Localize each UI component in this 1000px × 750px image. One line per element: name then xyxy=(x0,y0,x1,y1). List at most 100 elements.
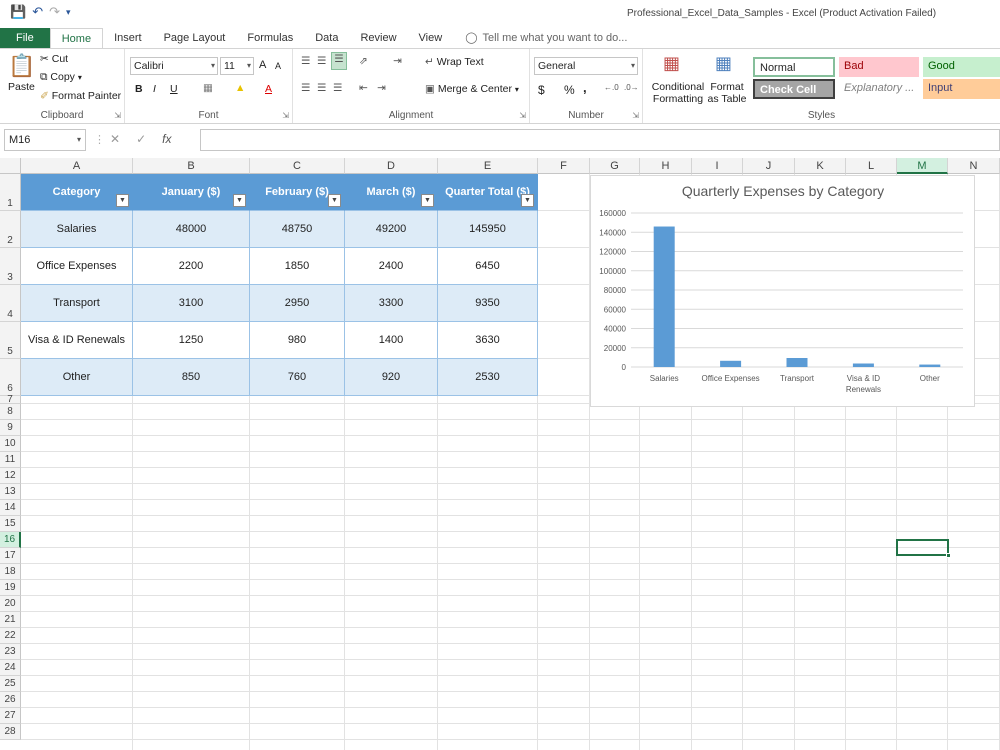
align-middle-icon[interactable]: ☰ xyxy=(317,55,326,67)
table-cell[interactable]: 3100 xyxy=(133,285,250,322)
column-header-c[interactable]: C xyxy=(250,158,345,174)
style-explanatory[interactable]: Explanatory ... xyxy=(839,79,919,99)
tab-file[interactable]: File xyxy=(0,28,50,48)
cut-button[interactable]: ✂ Cut xyxy=(40,53,68,65)
column-header-f[interactable]: F xyxy=(538,158,590,174)
column-header-l[interactable]: L xyxy=(846,158,897,174)
row-header-4[interactable]: 4 xyxy=(0,285,21,322)
style-normal[interactable]: Normal xyxy=(753,57,835,77)
table-cell[interactable]: Office Expenses xyxy=(21,248,133,285)
table-cell[interactable]: Salaries xyxy=(21,211,133,248)
tab-formulas[interactable]: Formulas xyxy=(236,28,304,48)
paste-icon[interactable]: 📋 xyxy=(8,53,35,79)
filter-dropdown-icon[interactable]: ▼ xyxy=(421,194,434,207)
align-center-icon[interactable]: ☰ xyxy=(317,82,326,94)
copy-button[interactable]: ⧉ Copy ▾ xyxy=(40,71,82,84)
worksheet-grid[interactable]: ABCDEFGHIJKLMN 1 2 3 4 5 6 7 8 9 10 11 12 13 14 15 16 17… xyxy=(0,158,1000,750)
row-header-12[interactable]: 12 xyxy=(0,468,21,484)
font-size-select[interactable]: 11 ▾ xyxy=(220,57,254,75)
column-header-g[interactable]: G xyxy=(590,158,640,174)
tab-review[interactable]: Review xyxy=(349,28,407,48)
tab-insert[interactable]: Insert xyxy=(103,28,153,48)
table-cell[interactable]: 760 xyxy=(250,359,345,396)
filter-dropdown-icon[interactable]: ▼ xyxy=(233,194,246,207)
table-cell[interactable]: 48750 xyxy=(250,211,345,248)
customize-qat-icon[interactable]: ▾ xyxy=(66,7,71,18)
column-header-m[interactable]: M xyxy=(897,158,948,174)
table-cell[interactable]: 2200 xyxy=(133,248,250,285)
bold-button[interactable]: B xyxy=(135,83,143,95)
table-cell[interactable]: Other xyxy=(21,359,133,396)
row-header-23[interactable]: 23 xyxy=(0,644,21,660)
increase-decimal-icon[interactable]: ←.0 xyxy=(604,83,619,92)
dialog-launcher-icon[interactable]: ⇲ xyxy=(114,111,121,120)
table-cell[interactable]: 49200 xyxy=(345,211,438,248)
row-header-21[interactable]: 21 xyxy=(0,612,21,628)
row-header-18[interactable]: 18 xyxy=(0,564,21,580)
tab-page-layout[interactable]: Page Layout xyxy=(153,28,237,48)
table-cell[interactable]: 3300 xyxy=(345,285,438,322)
merge-center-button[interactable]: ▣ Merge & Center ▾ xyxy=(425,83,519,95)
row-header-2[interactable]: 2 xyxy=(0,211,21,248)
row-header-14[interactable]: 14 xyxy=(0,500,21,516)
decrease-decimal-icon[interactable]: .0→ xyxy=(624,83,639,92)
currency-button[interactable]: $ xyxy=(538,83,545,97)
row-header-16[interactable]: 16 xyxy=(0,532,21,548)
row-header-5[interactable]: 5 xyxy=(0,322,21,359)
row-header-25[interactable]: 25 xyxy=(0,676,21,692)
column-header-d[interactable]: D xyxy=(345,158,438,174)
insert-function-icon[interactable]: fx xyxy=(162,132,171,146)
column-header-e[interactable]: E xyxy=(438,158,538,174)
table-cell[interactable]: 1850 xyxy=(250,248,345,285)
grow-font-button[interactable]: A xyxy=(259,59,266,71)
table-cell[interactable]: Transport xyxy=(21,285,133,322)
row-header-19[interactable]: 19 xyxy=(0,580,21,596)
table-cell[interactable]: Visa & ID Renewals xyxy=(21,322,133,359)
borders-icon[interactable]: ▦ xyxy=(203,82,213,94)
table-cell[interactable]: 920 xyxy=(345,359,438,396)
table-cell[interactable]: 2530 xyxy=(438,359,538,396)
column-header-j[interactable]: J xyxy=(743,158,795,174)
comma-button[interactable]: , xyxy=(583,80,587,95)
table-header-cell[interactable]: Quarter Total ($) ▼ xyxy=(438,174,538,211)
table-cell[interactable]: 1250 xyxy=(133,322,250,359)
table-cell[interactable]: 6450 xyxy=(438,248,538,285)
cancel-icon[interactable]: ✕ xyxy=(110,132,120,146)
table-cell[interactable]: 850 xyxy=(133,359,250,396)
filter-dropdown-icon[interactable]: ▼ xyxy=(116,194,129,207)
row-header-11[interactable]: 11 xyxy=(0,452,21,468)
fill-color-icon[interactable]: ▲ xyxy=(235,82,245,94)
table-cell[interactable]: 48000 xyxy=(133,211,250,248)
row-header-10[interactable]: 10 xyxy=(0,436,21,452)
column-header-i[interactable]: I xyxy=(692,158,743,174)
column-header-a[interactable]: A xyxy=(21,158,133,174)
column-header-k[interactable]: K xyxy=(795,158,846,174)
row-header-15[interactable]: 15 xyxy=(0,516,21,532)
style-bad[interactable]: Bad xyxy=(839,57,919,77)
italic-button[interactable]: I xyxy=(153,83,156,95)
fill-handle[interactable] xyxy=(946,553,951,558)
row-header-13[interactable]: 13 xyxy=(0,484,21,500)
style-check-cell[interactable]: Check Cell xyxy=(753,79,835,99)
expenses-chart[interactable]: Quarterly Expenses by Category 0 20000 4000… xyxy=(590,175,975,407)
conditional-formatting-button[interactable]: Conditional Formatting xyxy=(649,81,707,105)
wrap-text-button[interactable]: ↵ Wrap Text xyxy=(425,56,484,68)
formula-input[interactable] xyxy=(200,129,1000,151)
underline-button[interactable]: U xyxy=(170,83,178,95)
format-painter-button[interactable]: ✐ Format Painter xyxy=(40,90,121,102)
table-cell[interactable]: 1400 xyxy=(345,322,438,359)
align-top-icon[interactable]: ☰ xyxy=(301,55,310,67)
filter-dropdown-icon[interactable]: ▼ xyxy=(521,194,534,207)
decrease-indent-icon[interactable]: ⇤ xyxy=(359,82,368,94)
table-header-cell[interactable]: Category ▼ xyxy=(21,174,133,211)
table-cell[interactable]: 145950 xyxy=(438,211,538,248)
row-header-20[interactable]: 20 xyxy=(0,596,21,612)
table-header-cell[interactable]: March ($) ▼ xyxy=(345,174,438,211)
tab-data[interactable]: Data xyxy=(304,28,349,48)
shrink-font-button[interactable]: A xyxy=(275,61,281,71)
style-good[interactable]: Good xyxy=(923,57,1000,77)
dialog-launcher-icon[interactable]: ⇲ xyxy=(282,111,289,120)
align-left-icon[interactable]: ☰ xyxy=(301,82,310,94)
table-header-cell[interactable]: January ($) ▼ xyxy=(133,174,250,211)
row-header-9[interactable]: 9 xyxy=(0,420,21,436)
